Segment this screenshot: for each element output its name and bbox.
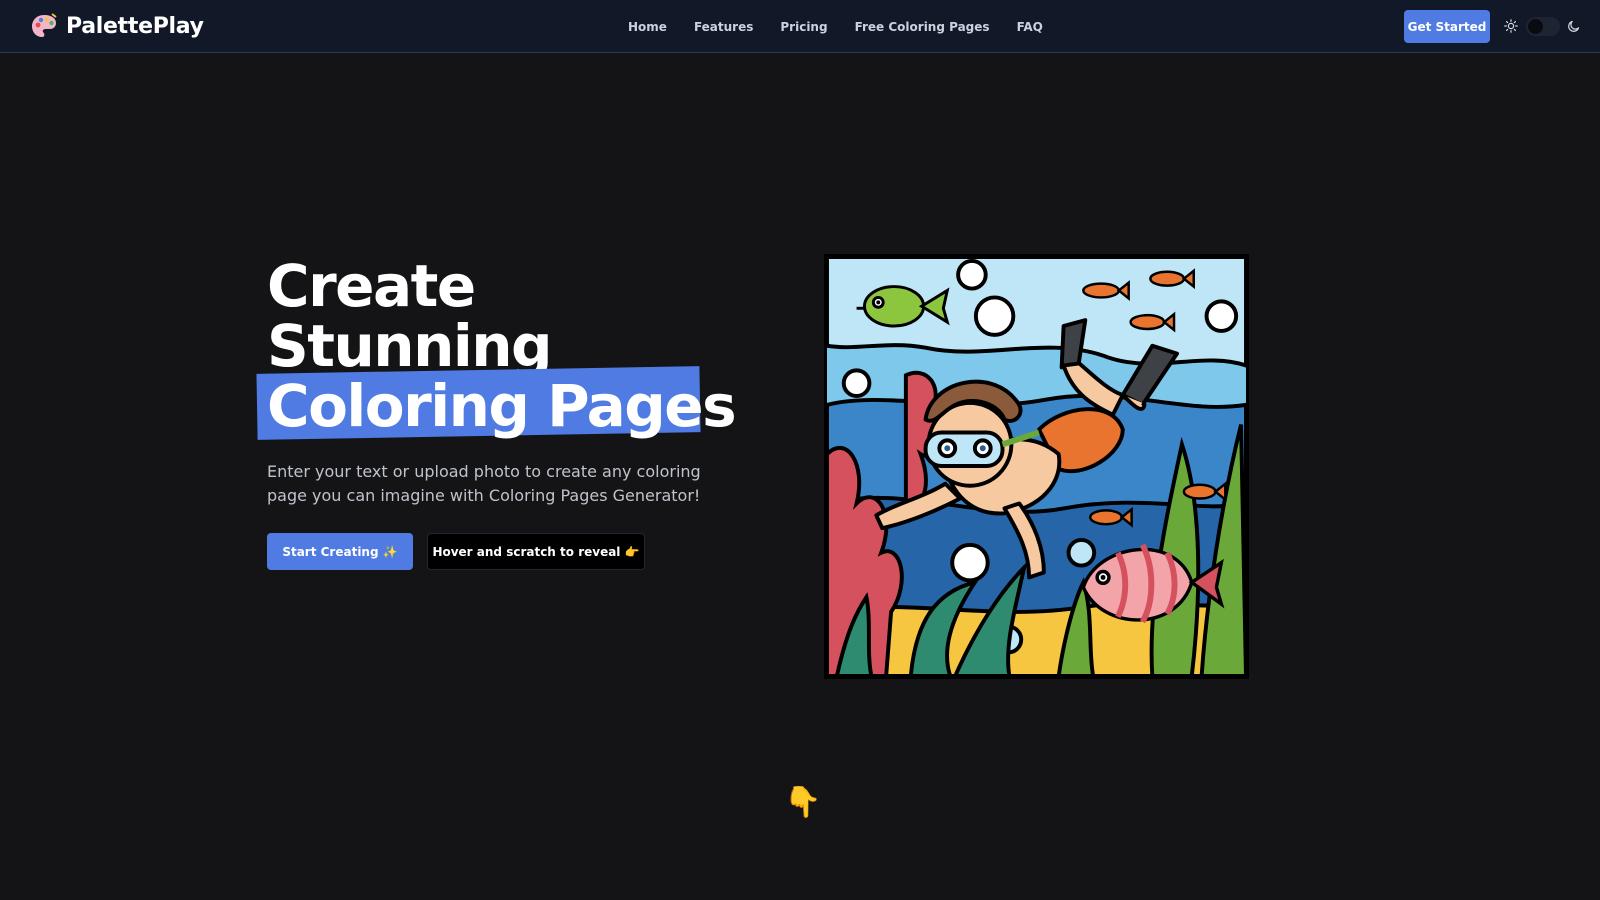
hero-subtitle: Enter your text or upload photo to creat… xyxy=(267,462,701,505)
sun-icon xyxy=(1504,19,1518,33)
main-nav: Home Features Pricing Free Coloring Page… xyxy=(628,0,1043,53)
scroll-down-pointer: 👇 xyxy=(784,785,822,820)
toggle-knob xyxy=(1528,19,1543,34)
moon-icon xyxy=(1568,20,1580,32)
hero-title-highlight: Coloring Pages xyxy=(256,366,737,440)
theme-toggle[interactable] xyxy=(1526,17,1560,36)
scratch-reveal-button[interactable]: Hover and scratch to reveal 👉 xyxy=(427,533,645,570)
diver-coloring-illustration[interactable] xyxy=(824,254,1249,679)
get-started-button[interactable]: Get Started xyxy=(1404,10,1490,43)
hero-title: Create Stunning Coloring Pages xyxy=(256,252,737,440)
brand-name: PalettePlay xyxy=(66,13,204,39)
start-creating-button[interactable]: Start Creating ✨ xyxy=(267,533,413,570)
nav-free-coloring-pages[interactable]: Free Coloring Pages xyxy=(855,20,990,34)
palette-icon xyxy=(32,13,57,37)
top-navbar: PalettePlay Home Features Pricing Free C… xyxy=(0,0,1600,53)
nav-features[interactable]: Features xyxy=(694,20,753,34)
brand[interactable]: PalettePlay xyxy=(30,12,204,40)
hero-title-line-1: Create xyxy=(267,252,476,320)
nav-faq[interactable]: FAQ xyxy=(1017,20,1043,34)
nav-home[interactable]: Home xyxy=(628,20,667,34)
hero-title-highlight-text: Coloring Pages xyxy=(267,372,737,440)
nav-pricing[interactable]: Pricing xyxy=(780,20,827,34)
